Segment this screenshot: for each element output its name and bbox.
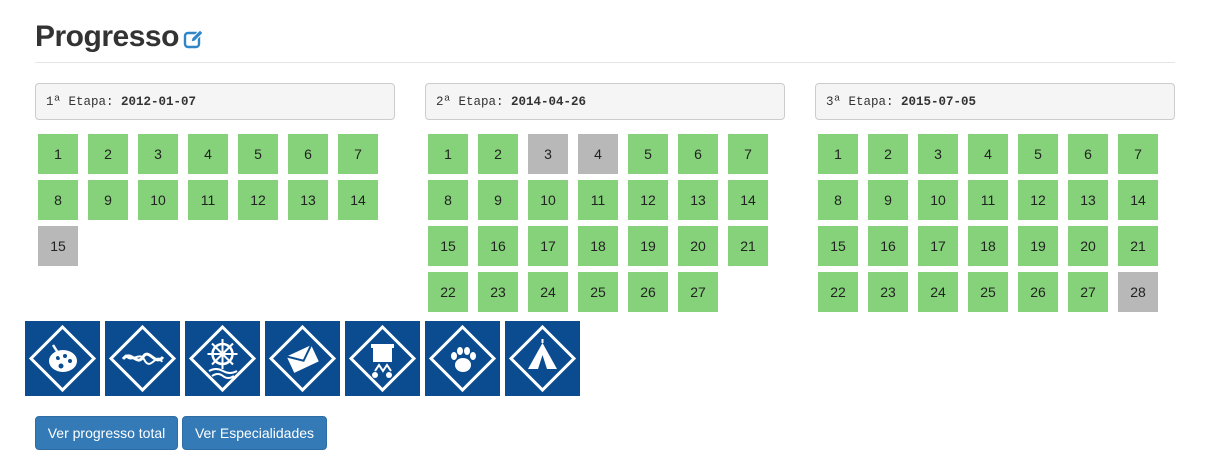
progress-item[interactable]: 19	[628, 226, 668, 266]
progress-item[interactable]: 9	[868, 180, 908, 220]
progress-item[interactable]: 12	[238, 180, 278, 220]
progress-item[interactable]: 24	[528, 272, 568, 312]
progress-item[interactable]: 27	[1068, 272, 1108, 312]
stage-items: 1 2 3 4 5 6 7 8 9 10 11 12 13 14 15 16 17 18 19 20 21 22 23 24 2…	[818, 134, 1175, 318]
progress-item[interactable]: 8	[428, 180, 468, 220]
progress-item[interactable]: 23	[478, 272, 518, 312]
progress-item[interactable]: 6	[1068, 134, 1108, 174]
stage-header: 3ª Etapa: 2015-07-05	[815, 83, 1175, 120]
progress-item[interactable]: 15	[428, 226, 468, 266]
progress-item[interactable]: 7	[1118, 134, 1158, 174]
progress-item[interactable]: 15	[38, 226, 78, 266]
stage-label: 1ª Etapa:	[46, 95, 114, 109]
progress-item[interactable]: 6	[678, 134, 718, 174]
progress-item[interactable]: 12	[628, 180, 668, 220]
progress-item[interactable]: 16	[478, 226, 518, 266]
page-header: Progresso	[35, 16, 1175, 63]
progress-item[interactable]: 1	[818, 134, 858, 174]
stage-card: 2ª Etapa: 2014-04-26 1 2 3 4 5 6 7 8 9 10 11 12 13 14…	[425, 83, 785, 318]
progress-item[interactable]: 14	[1118, 180, 1158, 220]
progress-item[interactable]: 24	[918, 272, 958, 312]
progress-item[interactable]: 18	[968, 226, 1008, 266]
progress-item[interactable]: 12	[1018, 180, 1058, 220]
stage-label: 3ª Etapa:	[826, 95, 894, 109]
progress-item[interactable]: 19	[1018, 226, 1058, 266]
stage-date: 2014-04-26	[511, 95, 587, 109]
progress-item[interactable]: 14	[338, 180, 378, 220]
progress-item[interactable]: 22	[818, 272, 858, 312]
view-specialties-button[interactable]: Ver Especialidades	[182, 416, 327, 450]
view-total-progress-button[interactable]: Ver progresso total	[35, 416, 178, 450]
progress-item[interactable]: 2	[478, 134, 518, 174]
envelope-icon[interactable]	[265, 321, 340, 396]
progress-item[interactable]: 5	[628, 134, 668, 174]
stage-header: 1ª Etapa: 2012-01-07	[35, 83, 395, 120]
knot-icon[interactable]	[105, 321, 180, 396]
ship-wheel-icon[interactable]	[185, 321, 260, 396]
progress-item[interactable]: 3	[528, 134, 568, 174]
paw-print-icon[interactable]	[425, 321, 500, 396]
stage-label: 2ª Etapa:	[436, 95, 504, 109]
stage-items: 1 2 3 4 5 6 7 8 9 10 11 12 13 14 15 16 17 18 19 20 21 22 23 24 2…	[428, 134, 785, 318]
progress-item[interactable]: 1	[38, 134, 78, 174]
progress-item[interactable]: 16	[868, 226, 908, 266]
progress-item[interactable]: 3	[138, 134, 178, 174]
page-title: Progresso	[35, 20, 179, 53]
progress-item[interactable]: 1	[428, 134, 468, 174]
progress-item[interactable]: 14	[728, 180, 768, 220]
progress-item[interactable]: 20	[1068, 226, 1108, 266]
progress-item[interactable]: 11	[578, 180, 618, 220]
progress-item[interactable]: 9	[88, 180, 128, 220]
progress-item[interactable]: 4	[188, 134, 228, 174]
progress-item[interactable]: 6	[288, 134, 328, 174]
progress-item[interactable]: 2	[868, 134, 908, 174]
progress-item[interactable]: 4	[968, 134, 1008, 174]
progress-item[interactable]: 21	[1118, 226, 1158, 266]
progress-item[interactable]: 26	[1018, 272, 1058, 312]
progress-item[interactable]: 13	[288, 180, 328, 220]
progress-item[interactable]: 23	[868, 272, 908, 312]
art-palette-icon[interactable]	[25, 321, 100, 396]
progress-item[interactable]: 5	[238, 134, 278, 174]
progress-item[interactable]: 4	[578, 134, 618, 174]
cooking-pot-icon[interactable]	[345, 321, 420, 396]
progress-item[interactable]: 27	[678, 272, 718, 312]
progress-item[interactable]: 7	[338, 134, 378, 174]
stage-card: 1ª Etapa: 2012-01-07 1 2 3 4 5 6 7 8 9 10 11 12 13 14…	[35, 83, 395, 272]
progress-item[interactable]: 10	[528, 180, 568, 220]
progress-item[interactable]: 11	[188, 180, 228, 220]
progress-item[interactable]: 10	[138, 180, 178, 220]
progress-item[interactable]: 8	[818, 180, 858, 220]
stage-card: 3ª Etapa: 2015-07-05 1 2 3 4 5 6 7 8 9 10 11 12 13 14…	[815, 83, 1175, 318]
progress-item[interactable]: 3	[918, 134, 958, 174]
stage-items: 1 2 3 4 5 6 7 8 9 10 11 12 13 14 15	[38, 134, 395, 272]
progress-item[interactable]: 20	[678, 226, 718, 266]
progress-item[interactable]: 21	[728, 226, 768, 266]
progress-item[interactable]: 13	[1068, 180, 1108, 220]
progress-item[interactable]: 25	[578, 272, 618, 312]
progress-item[interactable]: 11	[968, 180, 1008, 220]
progress-item[interactable]: 18	[578, 226, 618, 266]
stage-date: 2012-01-07	[121, 95, 197, 109]
progress-item[interactable]: 22	[428, 272, 468, 312]
progress-item[interactable]: 17	[528, 226, 568, 266]
progress-item[interactable]: 10	[918, 180, 958, 220]
stage-date: 2015-07-05	[901, 95, 977, 109]
progress-item[interactable]: 8	[38, 180, 78, 220]
stage-header: 2ª Etapa: 2014-04-26	[425, 83, 785, 120]
progress-item[interactable]: 9	[478, 180, 518, 220]
progress-item[interactable]: 15	[818, 226, 858, 266]
progress-item[interactable]: 2	[88, 134, 128, 174]
progress-item[interactable]: 13	[678, 180, 718, 220]
progress-item[interactable]: 28	[1118, 272, 1158, 312]
progress-item[interactable]: 25	[968, 272, 1008, 312]
tent-icon[interactable]	[505, 321, 580, 396]
edit-icon[interactable]	[183, 28, 205, 50]
progress-item[interactable]: 7	[728, 134, 768, 174]
progress-item[interactable]: 26	[628, 272, 668, 312]
progress-item[interactable]: 17	[918, 226, 958, 266]
progress-item[interactable]: 5	[1018, 134, 1058, 174]
